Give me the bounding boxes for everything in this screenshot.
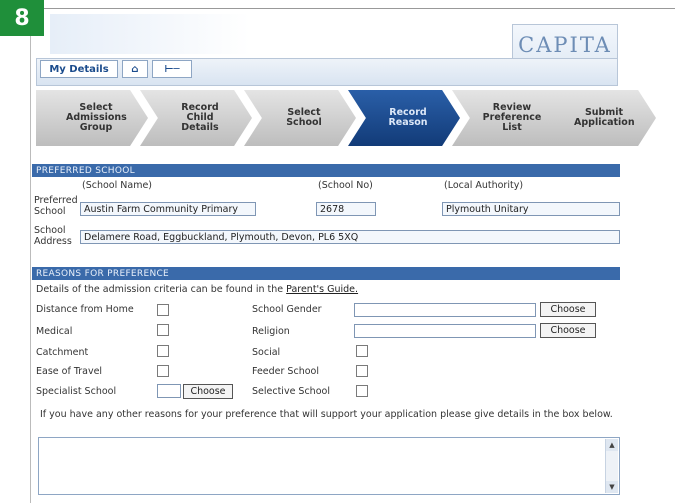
local-authority-field[interactable]: Plymouth Unitary xyxy=(442,202,620,216)
social-checkbox[interactable] xyxy=(356,345,368,357)
ease-of-travel-checkbox[interactable] xyxy=(157,365,169,377)
local-authority-column-label: (Local Authority) xyxy=(444,180,524,191)
my-details-button[interactable]: My Details xyxy=(40,60,118,78)
medical-label: Medical xyxy=(36,326,73,337)
catchment-label: Catchment xyxy=(36,347,89,358)
parents-guide-link[interactable]: Parent's Guide. xyxy=(286,284,358,295)
preferred-school-label: Preferred School xyxy=(34,195,78,217)
scroll-down-icon[interactable]: ▼ xyxy=(606,481,618,493)
step-review-preference-list[interactable]: Review Preference List xyxy=(452,90,564,146)
school-gender-field[interactable] xyxy=(354,303,536,317)
distance-from-home-checkbox[interactable] xyxy=(157,304,169,316)
school-gender-choose-button[interactable]: Choose xyxy=(540,302,596,317)
step-label: Submit Application xyxy=(574,107,635,128)
progress-steps: Select Admissions Group Record Child Det… xyxy=(36,90,656,146)
step-record-reason[interactable]: Record Reason xyxy=(348,90,460,146)
step-label: Select Admissions Group xyxy=(66,102,127,133)
school-name-field[interactable]: Austin Farm Community Primary xyxy=(80,202,256,216)
step-record-child-details[interactable]: Record Child Details xyxy=(140,90,252,146)
religion-choose-button[interactable]: Choose xyxy=(540,323,596,338)
social-label: Social xyxy=(252,347,281,358)
school-name-column-label: (School Name) xyxy=(82,180,152,191)
admission-criteria-text: Details of the admission criteria can be… xyxy=(36,284,358,295)
preferred-school-heading: PREFERRED SCHOOL xyxy=(32,164,620,177)
step-label: Record Reason xyxy=(388,107,428,128)
school-gender-label: School Gender xyxy=(252,304,322,315)
religion-field[interactable] xyxy=(354,324,536,338)
textarea-scrollbar[interactable]: ▲ ▼ xyxy=(605,439,618,493)
specialist-choose-button[interactable]: Choose xyxy=(183,384,233,399)
key-icon[interactable]: ⊢─ xyxy=(152,60,192,78)
step-select-school[interactable]: Select School xyxy=(244,90,356,146)
specialist-school-field[interactable] xyxy=(157,384,181,398)
scroll-up-icon[interactable]: ▲ xyxy=(606,439,618,451)
catchment-checkbox[interactable] xyxy=(157,345,169,357)
selective-school-label: Selective School xyxy=(252,386,330,397)
step-label: Record Child Details xyxy=(181,102,219,133)
school-no-field[interactable]: 2678 xyxy=(316,202,376,216)
feeder-school-checkbox[interactable] xyxy=(356,365,368,377)
frame-top-line xyxy=(44,8,675,9)
step-label: Select School xyxy=(286,107,322,128)
other-reasons-instructions: If you have any other reasons for your p… xyxy=(40,409,613,420)
other-reasons-textarea[interactable]: ▲ ▼ xyxy=(38,437,620,495)
reasons-heading: REASONS FOR PREFERENCE xyxy=(32,267,620,280)
selective-school-checkbox[interactable] xyxy=(356,385,368,397)
religion-label: Religion xyxy=(252,326,290,337)
step-select-admissions-group[interactable]: Select Admissions Group xyxy=(36,90,148,146)
school-address-field[interactable]: Delamere Road, Eggbuckland, Plymouth, De… xyxy=(80,230,620,244)
frame-left-line xyxy=(30,8,31,503)
school-address-label: School Address xyxy=(34,225,72,247)
distance-from-home-label: Distance from Home xyxy=(36,304,134,315)
medical-checkbox[interactable] xyxy=(157,324,169,336)
admission-criteria-intro: Details of the admission criteria can be… xyxy=(36,284,284,295)
header-banner xyxy=(50,14,250,54)
home-icon[interactable]: ⌂ xyxy=(122,60,148,78)
ease-of-travel-label: Ease of Travel xyxy=(36,366,103,377)
feeder-school-label: Feeder School xyxy=(252,366,319,377)
school-no-column-label: (School No) xyxy=(318,180,373,191)
step-number-badge: 8 xyxy=(0,0,44,36)
specialist-school-label: Specialist School xyxy=(36,386,117,397)
step-label: Review Preference List xyxy=(482,102,542,133)
